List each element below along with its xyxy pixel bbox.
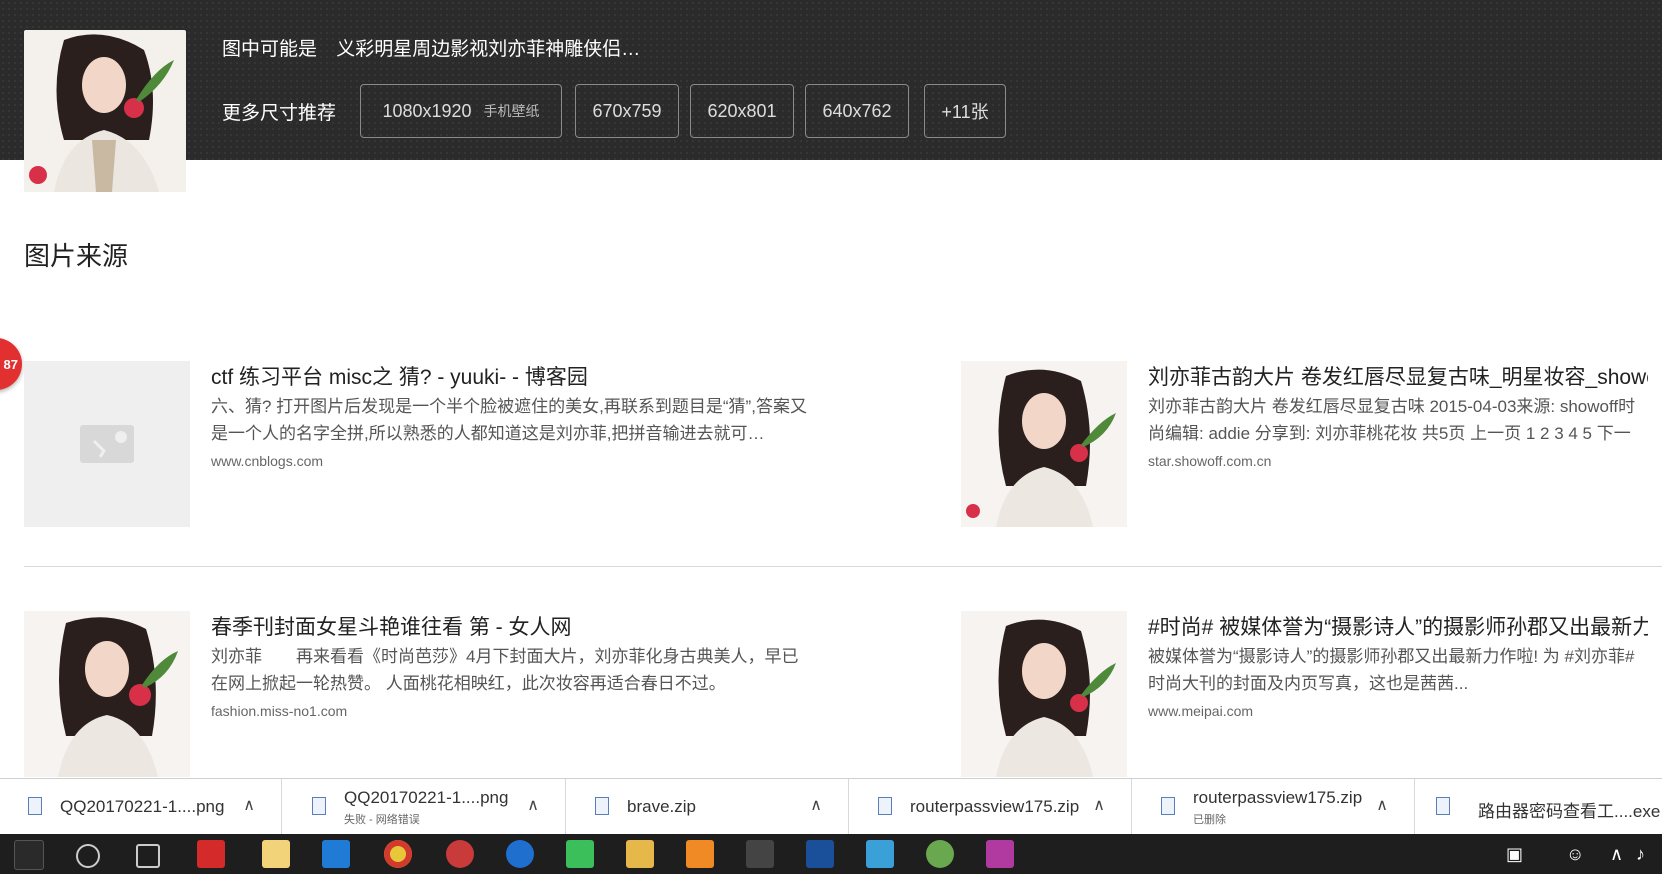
guess-text[interactable]: 义彩明星周边影视刘亦菲神雕侠侣…: [336, 39, 640, 60]
download-filename: brave.zip: [627, 797, 696, 816]
result-title[interactable]: 刘亦菲古韵大片 卷发红唇尽显复古味_明星妆容_showoff: [1148, 361, 1648, 391]
result-domain[interactable]: www.cnblogs.com: [211, 453, 323, 469]
download-item[interactable]: routerpassview175.zip ∧: [850, 779, 1132, 835]
size-option-button[interactable]: 640x762: [805, 84, 909, 138]
powershell-icon[interactable]: [806, 840, 834, 868]
download-filename: 路由器密码查看工....exe: [1478, 802, 1661, 821]
image-info-bar: 图中可能是 义彩明星周边影视刘亦菲神雕侠侣… 更多尺寸推荐 1080x1920 …: [0, 0, 1662, 192]
archive-file-icon: [1161, 797, 1175, 815]
download-item[interactable]: brave.zip ∧: [567, 779, 849, 835]
edge-icon[interactable]: [322, 840, 350, 868]
image-guess: 图中可能是 义彩明星周边影视刘亦菲神雕侠侣…: [222, 34, 640, 61]
more-sizes-label: +11张: [941, 102, 989, 122]
size-option-sub: 手机壁纸: [483, 103, 540, 119]
file-explorer-icon[interactable]: [262, 840, 290, 868]
ime-icon[interactable]: ▣: [1506, 844, 1523, 865]
broken-image-icon: [24, 361, 190, 527]
result-title[interactable]: ctf 练习平台 misc之 猜? - yuuki- - 博客园: [211, 361, 831, 391]
portrait-image: [24, 611, 190, 777]
download-item[interactable]: routerpassview175.zip 已删除 ∧: [1133, 779, 1415, 835]
main-image-thumbnail[interactable]: [24, 30, 186, 192]
result-title[interactable]: #时尚# 被媒体誉为“摄影诗人”的摄影师孙郡又出最新力: [1148, 611, 1648, 641]
result-item[interactable]: #时尚# 被媒体誉为“摄影诗人”的摄影师孙郡又出最新力 被媒体誉为“摄影诗人”的…: [961, 611, 1662, 781]
size-option-label: 640x762: [822, 100, 892, 121]
exe-file-icon: [1436, 797, 1450, 815]
app-icon[interactable]: [866, 840, 894, 868]
divider: [24, 566, 1662, 567]
result-description: 六、猜? 打开图片后发现是一个半个脸被遮住的美女,再联系到题目是“猜”,答案又是…: [211, 397, 807, 443]
download-status: 已删除: [1193, 814, 1226, 826]
result-domain[interactable]: www.meipai.com: [1148, 703, 1253, 719]
youdao-icon[interactable]: [197, 840, 225, 868]
size-option-button[interactable]: 670x759: [575, 84, 679, 138]
result-item[interactable]: ctf 练习平台 misc之 猜? - yuuki- - 博客园 六、猜? 打开…: [24, 361, 824, 531]
size-option-label: 620x801: [707, 100, 777, 121]
size-option-button[interactable]: 1080x1920 手机壁纸: [360, 84, 562, 138]
app-icon[interactable]: [446, 840, 474, 868]
download-filename: routerpassview175.zip: [1193, 788, 1363, 807]
result-image[interactable]: [961, 361, 1127, 527]
portrait-image: [24, 30, 186, 192]
more-sizes-button[interactable]: +11张: [924, 84, 1006, 138]
app-icon[interactable]: [926, 840, 954, 868]
hex-editor-icon[interactable]: [986, 840, 1014, 868]
download-filename: QQ20170221-1....png: [344, 788, 509, 807]
chrome-icon[interactable]: [384, 840, 412, 868]
result-image[interactable]: [24, 611, 190, 777]
kugou-icon[interactable]: [506, 840, 534, 868]
chevron-up-icon[interactable]: ∧: [527, 795, 539, 815]
result-description: 刘亦菲 再来看看《时尚芭莎》4月下封面大片，刘亦菲化身古典美人，早已在网上掀起一…: [211, 647, 799, 693]
result-title[interactable]: 春季刊封面女星斗艳谁往看 第 - 女人网: [211, 611, 831, 641]
download-item[interactable]: QQ20170221-1....png ∧: [0, 779, 282, 835]
download-bar: QQ20170221-1....png ∧ QQ20170221-1....pn…: [0, 778, 1662, 835]
folder-icon[interactable]: [626, 840, 654, 868]
task-view-icon[interactable]: [136, 844, 160, 868]
result-domain[interactable]: star.showoff.com.cn: [1148, 453, 1271, 469]
guess-prefix: 图中可能是: [222, 39, 318, 60]
terminal-icon[interactable]: [746, 840, 774, 868]
chevron-up-icon[interactable]: ∧: [243, 795, 255, 815]
media-player-icon[interactable]: [566, 840, 594, 868]
size-option-label: 1080x1920: [382, 100, 472, 121]
notification-badge[interactable]: 87: [0, 338, 22, 390]
image-file-icon: [312, 797, 326, 815]
download-status: 失败 - 网络错误: [344, 814, 420, 826]
section-title: 图片来源: [24, 241, 129, 271]
archive-file-icon: [878, 797, 892, 815]
chevron-up-icon[interactable]: ∧: [810, 795, 822, 815]
volume-icon[interactable]: ♪: [1636, 844, 1645, 865]
size-option-label: 670x759: [592, 100, 662, 121]
chevron-up-icon[interactable]: ∧: [1610, 844, 1623, 865]
result-description: 刘亦菲古韵大片 卷发红唇尽显复古味 2015-04-03来源: showoff时…: [1148, 397, 1636, 443]
start-icon[interactable]: [14, 840, 44, 870]
image-file-icon: [28, 797, 42, 815]
chevron-up-icon[interactable]: ∧: [1376, 795, 1388, 815]
download-item[interactable]: QQ20170221-1....png 失败 - 网络错误 ∧: [284, 779, 566, 835]
result-item[interactable]: 刘亦菲古韵大片 卷发红唇尽显复古味_明星妆容_showoff 刘亦菲古韵大片 卷…: [961, 361, 1662, 531]
chevron-up-icon[interactable]: ∧: [1093, 795, 1105, 815]
portrait-image: [961, 611, 1127, 777]
portrait-image: [961, 361, 1127, 527]
download-item[interactable]: 路由器密码查看工....exe: [1416, 779, 1662, 835]
size-option-button[interactable]: 620x801: [690, 84, 794, 138]
archive-file-icon: [595, 797, 609, 815]
result-domain[interactable]: fashion.miss-no1.com: [211, 703, 347, 719]
search-icon[interactable]: [76, 844, 100, 868]
download-filename: routerpassview175.zip: [910, 797, 1080, 816]
sublime-icon[interactable]: [686, 840, 714, 868]
people-icon[interactable]: ☺: [1566, 844, 1584, 865]
result-item[interactable]: 春季刊封面女星斗艳谁往看 第 - 女人网 刘亦菲 再来看看《时尚芭莎》4月下封面…: [24, 611, 824, 781]
download-filename: QQ20170221-1....png: [60, 797, 225, 816]
more-sizes-label: 更多尺寸推荐: [222, 103, 337, 124]
taskbar: ▣ ☺ ∧ ♪: [0, 834, 1662, 874]
result-image-placeholder[interactable]: [24, 361, 190, 527]
result-image[interactable]: [961, 611, 1127, 777]
result-description: 被媒体誉为“摄影诗人”的摄影师孙郡又出最新力作啦! 为 #刘亦菲# 时尚大刊的封…: [1148, 647, 1635, 693]
